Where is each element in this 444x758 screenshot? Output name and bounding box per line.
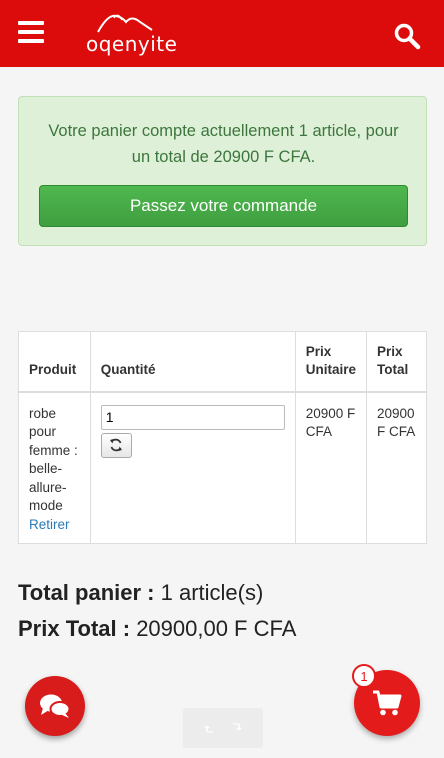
- header-total-price: Prix Total: [365, 331, 428, 393]
- quantity-input[interactable]: [100, 404, 285, 430]
- cart-count-badge: 1: [352, 664, 376, 688]
- table-row: robe pour femme : belle-allure-mode Reti…: [18, 391, 428, 544]
- cart-count-value: 1 article(s): [160, 580, 264, 605]
- cart-summary-alert: Votre panier compte actuellement 1 artic…: [18, 96, 427, 246]
- hamburger-icon[interactable]: [18, 21, 44, 43]
- shopping-cart-icon: [373, 690, 402, 716]
- remove-item-link[interactable]: Retirer: [29, 516, 80, 535]
- total-price-cell: 20900 F CFA: [365, 391, 428, 544]
- table-header-row: Produit Quantité Prix Unitaire Prix Tota…: [18, 331, 428, 393]
- undo-icon[interactable]: [204, 722, 216, 734]
- total-price-line: Prix Total : 20900,00 F CFA: [18, 611, 296, 647]
- total-price-value: 20900,00 F CFA: [136, 616, 297, 641]
- product-name: robe pour femme : belle-allure-mode: [29, 405, 78, 514]
- cart-summary-message: Votre panier compte actuellement 1 artic…: [48, 122, 399, 166]
- unit-price-cell: 20900 F CFA: [294, 391, 367, 544]
- history-nav: [183, 708, 263, 748]
- cart-totals: Total panier : 1 article(s) Prix Total :…: [18, 575, 296, 647]
- search-icon[interactable]: [393, 22, 421, 50]
- header-unit-price: Prix Unitaire: [294, 331, 367, 393]
- header-quantity: Quantité: [89, 331, 296, 393]
- cart-count-line: Total panier : 1 article(s): [18, 575, 296, 611]
- redo-icon[interactable]: [230, 722, 242, 734]
- cart-count-label: Total panier :: [18, 580, 155, 605]
- product-cell: robe pour femme : belle-allure-mode Reti…: [18, 391, 91, 544]
- top-app-bar: oqenyite: [0, 0, 444, 67]
- header-product: Produit: [18, 331, 91, 393]
- logo-text: oqenyite: [86, 32, 178, 56]
- logo-mountain-icon: [97, 14, 153, 33]
- total-price-label: Prix Total :: [18, 616, 131, 641]
- chat-button[interactable]: [25, 676, 85, 736]
- brand-logo[interactable]: oqenyite: [86, 10, 178, 56]
- quantity-cell: [89, 391, 296, 544]
- cart-table: Produit Quantité Prix Unitaire Prix Tota…: [18, 331, 428, 544]
- refresh-quantity-button[interactable]: [100, 432, 132, 458]
- chat-bubbles-icon: [40, 694, 71, 718]
- refresh-icon: [110, 438, 123, 452]
- place-order-button[interactable]: Passez votre commande: [39, 185, 408, 227]
